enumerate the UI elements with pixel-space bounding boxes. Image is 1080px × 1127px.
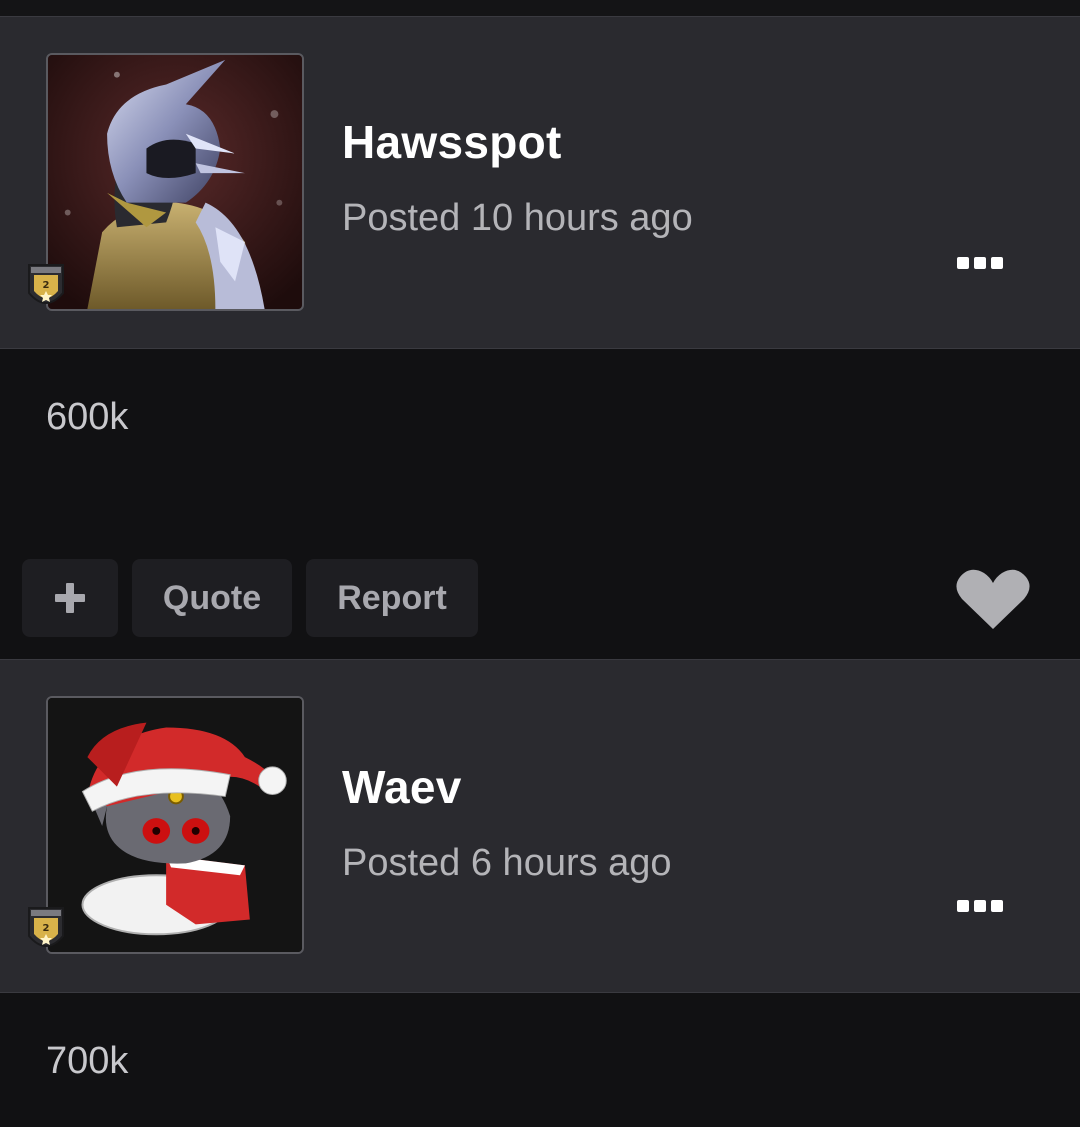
more-options-button[interactable] [956, 898, 1004, 914]
post-content: 600k [46, 396, 129, 438]
rank-badge: 2 [25, 261, 67, 313]
like-button[interactable] [954, 567, 1032, 631]
author-name[interactable]: Hawsspot [342, 115, 562, 169]
rank-badge: 2 [25, 904, 67, 956]
svg-text:2: 2 [43, 923, 50, 934]
ellipsis-icon [957, 900, 1003, 912]
post-content: 700k [46, 1040, 129, 1082]
author-name[interactable]: Waev [342, 760, 462, 814]
rank-shield-icon: 2 [28, 264, 64, 304]
top-strip [0, 0, 1080, 16]
forum-thread: 2 Hawsspot Posted 10 hours ago 600k Quot… [0, 0, 1080, 1127]
post-header: 2 Hawsspot Posted 10 hours ago [0, 16, 1080, 349]
report-button[interactable]: Report [306, 559, 478, 637]
armored-warrior-avatar-icon [48, 55, 302, 309]
post-header: 2 Waev Posted 6 hours ago [0, 659, 1080, 993]
rank-shield-icon: 2 [28, 907, 64, 947]
heart-icon [956, 569, 1030, 629]
author-avatar[interactable] [46, 53, 304, 311]
post-timestamp: Posted 10 hours ago [342, 197, 693, 239]
author-avatar[interactable] [46, 696, 304, 954]
post-timestamp: Posted 6 hours ago [342, 842, 672, 884]
ellipsis-icon [957, 257, 1003, 269]
plus-button[interactable] [22, 559, 118, 637]
plus-icon [55, 583, 85, 613]
post-actions: Quote Report [0, 559, 1080, 639]
svg-text:2: 2 [43, 280, 50, 291]
santa-hat-creature-avatar-icon [48, 698, 302, 952]
quote-button[interactable]: Quote [132, 559, 292, 637]
more-options-button[interactable] [956, 255, 1004, 271]
